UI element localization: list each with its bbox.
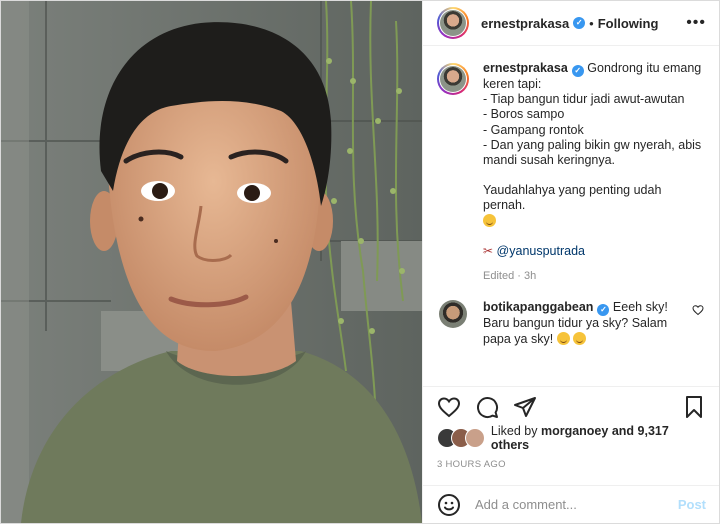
liker-avatar [464, 428, 485, 448]
caption-line-7: mandi susah keringnya. [483, 153, 616, 168]
grinning-emoji-icon [556, 331, 570, 345]
following-button[interactable]: Following [598, 16, 659, 31]
caption: ernestprakasa ✓ Gondrong itu emang keren … [437, 61, 706, 284]
post-side-panel: ernestprakasa ✓ • Following ••• ernestpr… [422, 1, 719, 523]
like-heart-icon[interactable] [437, 395, 461, 419]
add-comment-input[interactable]: Add a comment... [475, 497, 678, 512]
commenter-username[interactable]: botikapanggabean [483, 300, 593, 314]
post-comment-button[interactable]: Post [678, 497, 706, 512]
comment-line-1: Eeeh sky! [612, 300, 668, 315]
post-header: ernestprakasa ✓ • Following ••• [423, 1, 719, 46]
post-photo[interactable] [1, 1, 422, 523]
caption-line-5: - Gampang rontok [483, 122, 584, 137]
caption-meta: Edited · 3h [483, 270, 537, 283]
author-avatar[interactable] [437, 7, 469, 39]
verified-badge-icon: ✓ [571, 65, 584, 77]
instagram-post-frame: ernestprakasa ✓ • Following ••• ernestpr… [0, 0, 720, 524]
caption-line-2: keren tapi: [483, 77, 542, 91]
comment-bubble-icon[interactable] [475, 395, 499, 419]
add-comment-bar: Add a comment... Post [423, 485, 719, 523]
post-actions-bar [423, 386, 719, 426]
comment-like-heart-icon[interactable] [692, 303, 704, 321]
more-options-icon[interactable]: ••• [686, 14, 706, 32]
header-separator: • [589, 15, 594, 31]
caption-closing: Yaudahlahya yang penting udah pernah. [483, 183, 662, 213]
author-username[interactable]: ernestprakasa [481, 16, 569, 31]
caption-line-1: Gondrong itu emang [587, 61, 702, 75]
comments-area[interactable]: ernestprakasa ✓ Gondrong itu emang keren … [423, 47, 719, 386]
share-send-icon[interactable] [513, 395, 537, 419]
emoji-smiley-icon[interactable] [437, 493, 461, 517]
comment-item: botikapanggabean ✓ Eeeh sky! Baru bangun … [437, 300, 706, 347]
verified-badge-icon: ✓ [597, 304, 610, 317]
post-timestamp[interactable]: 3 HOURS AGO [437, 459, 506, 470]
comment-line-2: Baru bangun tidur ya sky? Salam [483, 316, 668, 331]
verified-badge-icon: ✓ [573, 17, 586, 29]
likes-prefix: Liked by [490, 424, 538, 438]
mention-link[interactable]: @yanusputrada [497, 244, 585, 258]
caption-line-4: - Boros sampo [483, 107, 565, 122]
likes-summary: Liked by morganoey and 9,317 others [437, 424, 710, 452]
grinning-emoji-icon [573, 331, 587, 345]
save-bookmark-icon[interactable] [682, 395, 706, 419]
caption-line-6: - Dan yang paling bikin gw nyerah, abis [483, 137, 702, 152]
selfie-image [1, 1, 422, 523]
comment-text: botikapanggabean ✓ Eeeh sky! Baru bangun … [483, 300, 703, 347]
caption-text: ernestprakasa ✓ Gondrong itu emang keren … [483, 61, 706, 284]
comment-line-3: papa ya sky! [483, 331, 554, 346]
liker-username[interactable]: morganoey [541, 424, 608, 438]
caption-line-3: - Tiap bangun tidur jadi awut-awutan [483, 92, 685, 107]
grinning-emoji-icon [483, 213, 496, 227]
commenter-avatar[interactable] [439, 300, 467, 329]
caption-username[interactable]: ernestprakasa [483, 61, 568, 75]
bow-emoji-icon: ✂︎ [483, 243, 494, 258]
caption-author-avatar[interactable] [437, 63, 469, 95]
